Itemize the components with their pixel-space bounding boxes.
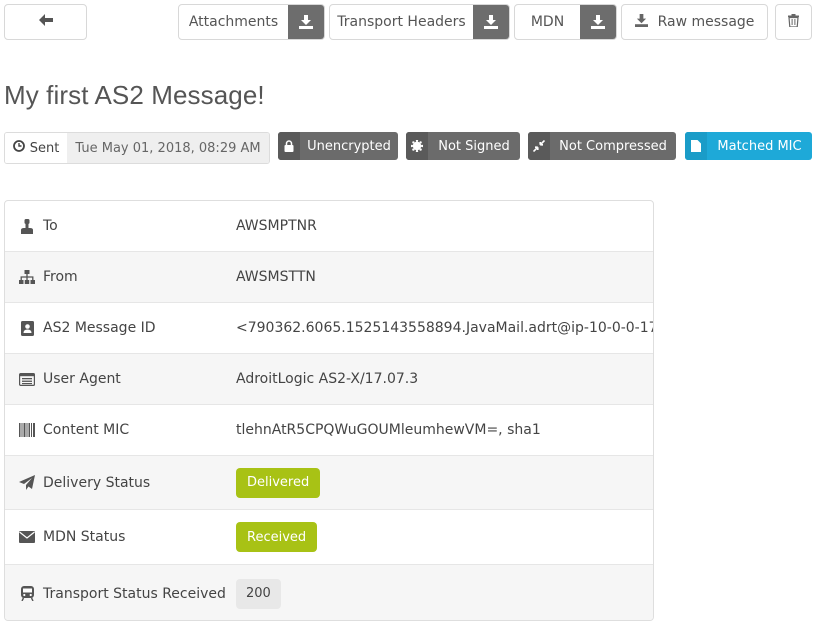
detail-value: AWSMPTNR bbox=[236, 218, 317, 234]
mdn-status-badge: Received bbox=[236, 522, 318, 552]
status-tag-not-signed: Not Signed bbox=[406, 132, 520, 160]
detail-key: Content MIC bbox=[19, 422, 129, 438]
detail-row-user-agent: User Agent AdroitLogic AS2-X/17.07.3 bbox=[5, 354, 653, 405]
page-title: My first AS2 Message! bbox=[4, 80, 265, 110]
mdn-label: MDN bbox=[530, 14, 565, 30]
download-icon bbox=[634, 13, 648, 31]
message-details-table: To AWSMPTNR From AWSMSTTN AS2 Message ID… bbox=[4, 200, 654, 621]
detail-row-transport-status: Transport Status Received 200 bbox=[5, 565, 653, 620]
detail-key: Delivery Status bbox=[19, 474, 151, 491]
trash-icon bbox=[788, 13, 799, 31]
status-tag-unencrypted: Unencrypted bbox=[278, 132, 398, 160]
detail-label: From bbox=[43, 269, 78, 285]
detail-key: From bbox=[19, 269, 78, 285]
detail-row-from: From AWSMSTTN bbox=[5, 252, 653, 303]
detail-key: User Agent bbox=[19, 371, 121, 387]
envelope-icon bbox=[19, 529, 35, 545]
detail-value: tlehnAtR5CPQWuGOUMleumhewVM=, sha1 bbox=[236, 422, 541, 438]
detail-key: Transport Status Received bbox=[19, 586, 226, 602]
detail-value: <790362.6065.1525143558894.JavaMail.adrt… bbox=[236, 320, 654, 336]
detail-row-delivery-status: Delivery Status Delivered bbox=[5, 456, 653, 510]
attachments-button[interactable]: Attachments bbox=[178, 4, 325, 40]
detail-row-mdn-status: MDN Status Received bbox=[5, 510, 653, 565]
back-button[interactable] bbox=[4, 4, 87, 40]
detail-key: To bbox=[19, 218, 58, 234]
detail-label: MDN Status bbox=[43, 529, 126, 545]
download-icon[interactable] bbox=[580, 5, 616, 39]
clock-icon bbox=[12, 140, 25, 156]
raw-message-label: Raw message bbox=[657, 14, 755, 30]
transport-status-badge: 200 bbox=[236, 578, 281, 609]
paper-plane-icon bbox=[19, 474, 35, 491]
delete-button[interactable] bbox=[775, 4, 812, 40]
tag-label: Not Compressed bbox=[559, 138, 667, 154]
detail-row-content-mic: Content MIC tlehnAtR5CPQWuGOUMleumhewVM=… bbox=[5, 405, 653, 456]
delivery-status-badge: Delivered bbox=[236, 467, 321, 498]
sent-status: Sent Tue May 01, 2018, 08:29 AM bbox=[4, 132, 270, 164]
detail-key: AS2 Message ID bbox=[19, 320, 156, 336]
list-alt-icon bbox=[19, 371, 35, 387]
certificate-icon bbox=[406, 132, 428, 160]
download-icon[interactable] bbox=[288, 5, 324, 39]
transport-headers-label: Transport Headers bbox=[337, 14, 466, 30]
mdn-button[interactable]: MDN bbox=[514, 4, 617, 40]
sitemap-icon bbox=[19, 269, 35, 285]
raw-message-button[interactable]: Raw message bbox=[621, 4, 768, 40]
sent-time: Tue May 01, 2018, 08:29 AM bbox=[67, 133, 269, 163]
attachments-label: Attachments bbox=[188, 14, 279, 30]
compress-icon bbox=[528, 132, 550, 160]
barcode-icon bbox=[19, 422, 35, 438]
user-icon bbox=[19, 218, 35, 234]
detail-label: Content MIC bbox=[43, 422, 130, 438]
tag-label: Not Signed bbox=[438, 138, 510, 154]
tag-label: Unencrypted bbox=[307, 138, 391, 154]
detail-row-to: To AWSMPTNR bbox=[5, 201, 653, 252]
status-tag-matched-mic: Matched MIC bbox=[685, 132, 812, 160]
detail-value: AdroitLogic AS2-X/17.07.3 bbox=[236, 371, 419, 387]
tag-label: Matched MIC bbox=[717, 138, 802, 154]
detail-key: MDN Status bbox=[19, 529, 125, 545]
detail-value: AWSMSTTN bbox=[236, 269, 316, 285]
file-icon bbox=[685, 132, 707, 160]
contact-card-icon bbox=[19, 320, 35, 336]
detail-label: AS2 Message ID bbox=[43, 320, 156, 336]
lock-icon bbox=[278, 132, 300, 160]
sent-label: Sent bbox=[29, 140, 60, 156]
arrow-left-icon bbox=[38, 14, 53, 30]
detail-label: To bbox=[43, 218, 58, 234]
detail-label: User Agent bbox=[43, 371, 121, 387]
detail-label: Delivery Status bbox=[43, 474, 151, 491]
sent-key: Sent bbox=[5, 133, 67, 163]
train-icon bbox=[19, 586, 35, 602]
detail-label: Transport Status Received bbox=[43, 585, 226, 602]
download-icon[interactable] bbox=[473, 5, 509, 39]
detail-row-message-id: AS2 Message ID <790362.6065.152514355889… bbox=[5, 303, 653, 354]
status-tag-not-compressed: Not Compressed bbox=[528, 132, 676, 160]
transport-headers-button[interactable]: Transport Headers bbox=[329, 4, 510, 40]
